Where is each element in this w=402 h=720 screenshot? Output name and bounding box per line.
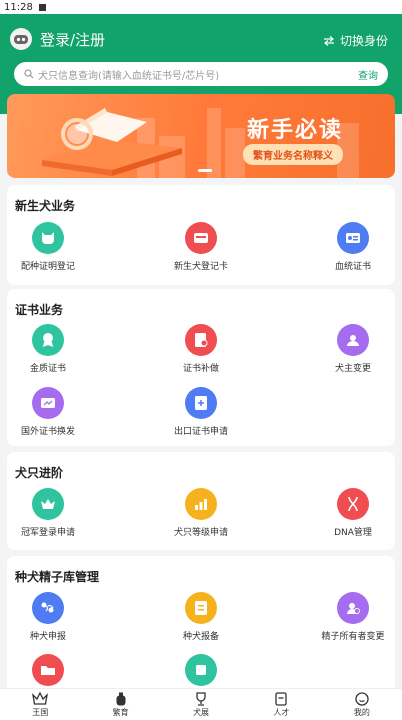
service-item[interactable]: 犬只等级申请	[146, 488, 256, 538]
service-item[interactable]: 冠军登录申请	[0, 488, 103, 538]
status-bar: 11:28	[0, 0, 402, 14]
bottom-tabbar: 王国 繁育 犬展 人才 我的	[0, 688, 402, 720]
search-bar[interactable]: 犬只信息查询(请输入血统证书号/芯片号) 查询	[14, 62, 388, 86]
search-input[interactable]: 犬只信息查询(请输入血统证书号/芯片号)	[38, 67, 219, 82]
service-item[interactable]: 证书补做	[146, 324, 256, 374]
section-certificate: 证书业务 金质证书 证书补做 犬主变更 国外证书换发 出口证书申请	[7, 289, 395, 446]
service-item[interactable]: 血统证书	[298, 222, 402, 272]
crown-icon	[32, 692, 49, 705]
banner[interactable]: 新手必读 繁育业务名称释义	[7, 94, 395, 178]
certificate-icon	[185, 324, 217, 356]
card-icon	[185, 222, 217, 254]
medal-icon	[32, 324, 64, 356]
service-item[interactable]	[0, 654, 103, 686]
book-illustration	[42, 108, 182, 176]
dna-icon	[337, 488, 369, 520]
tab-breeding[interactable]: 繁育	[80, 689, 160, 720]
section-title: 证书业务	[15, 303, 64, 317]
tab-mine[interactable]: 我的	[322, 689, 402, 720]
section-newborn: 新生犬业务 配种证明登记 新生犬登记卡 血统证书	[7, 185, 395, 285]
exchange-icon	[32, 387, 64, 419]
owner-icon	[337, 324, 369, 356]
crown-icon	[32, 488, 64, 520]
bar-chart-icon	[185, 488, 217, 520]
service-item[interactable]: 种犬申报	[0, 592, 103, 642]
tab-dog-show[interactable]: 犬展	[161, 689, 241, 720]
dog-face-icon	[32, 222, 64, 254]
status-time: 11:28	[4, 1, 33, 13]
bottle-icon	[116, 692, 126, 706]
service-item[interactable]: DNA管理	[298, 488, 402, 538]
sperm-icon	[32, 592, 64, 624]
service-item[interactable]: 金质证书	[0, 324, 103, 374]
switch-identity-label: 切换身份	[339, 34, 388, 48]
export-icon	[185, 387, 217, 419]
avatar	[10, 28, 32, 50]
login-label: 登录/注册	[40, 30, 106, 49]
report-icon	[185, 592, 217, 624]
service-item[interactable]: 种犬报备	[146, 592, 256, 642]
trophy-icon	[196, 692, 206, 706]
service-item[interactable]: 新生犬登记卡	[146, 222, 256, 272]
search-button[interactable]: 查询	[358, 67, 378, 82]
box-icon	[185, 654, 217, 686]
card-icon	[275, 692, 288, 706]
search-icon	[24, 69, 34, 79]
service-item[interactable]: 犬主变更	[298, 324, 402, 374]
section-advance: 犬只进阶 冠军登录申请 犬只等级申请 DNA管理	[7, 452, 395, 550]
banner-subtitle: 繁育业务名称释义	[243, 144, 343, 165]
banner-title: 新手必读	[247, 118, 344, 143]
tab-kingdom[interactable]: 王国	[0, 689, 80, 720]
smile-icon	[355, 692, 369, 706]
service-item[interactable]	[146, 654, 256, 686]
service-item[interactable]: 精子所有者变更	[298, 592, 402, 642]
transfer-icon	[337, 592, 369, 624]
service-item[interactable]: 国外证书换发	[0, 387, 103, 437]
login-button[interactable]: 登录/注册	[10, 28, 105, 50]
notification-icon	[38, 3, 46, 11]
folder-icon	[32, 654, 64, 686]
id-card-icon	[337, 222, 369, 254]
service-item[interactable]: 配种证明登记	[0, 222, 103, 272]
section-title: 犬只进阶	[15, 466, 64, 480]
section-title: 种犬精子库管理	[15, 570, 100, 584]
carousel-indicator	[198, 169, 212, 172]
swap-icon	[323, 35, 334, 46]
section-sperm-bank: 种犬精子库管理 种犬申报 种犬报备 精子所有者变更	[7, 556, 395, 696]
service-item[interactable]: 出口证书申请	[146, 387, 256, 437]
switch-identity-button[interactable]: 切换身份	[323, 32, 388, 49]
section-title: 新生犬业务	[15, 199, 76, 213]
tab-talent[interactable]: 人才	[241, 689, 321, 720]
